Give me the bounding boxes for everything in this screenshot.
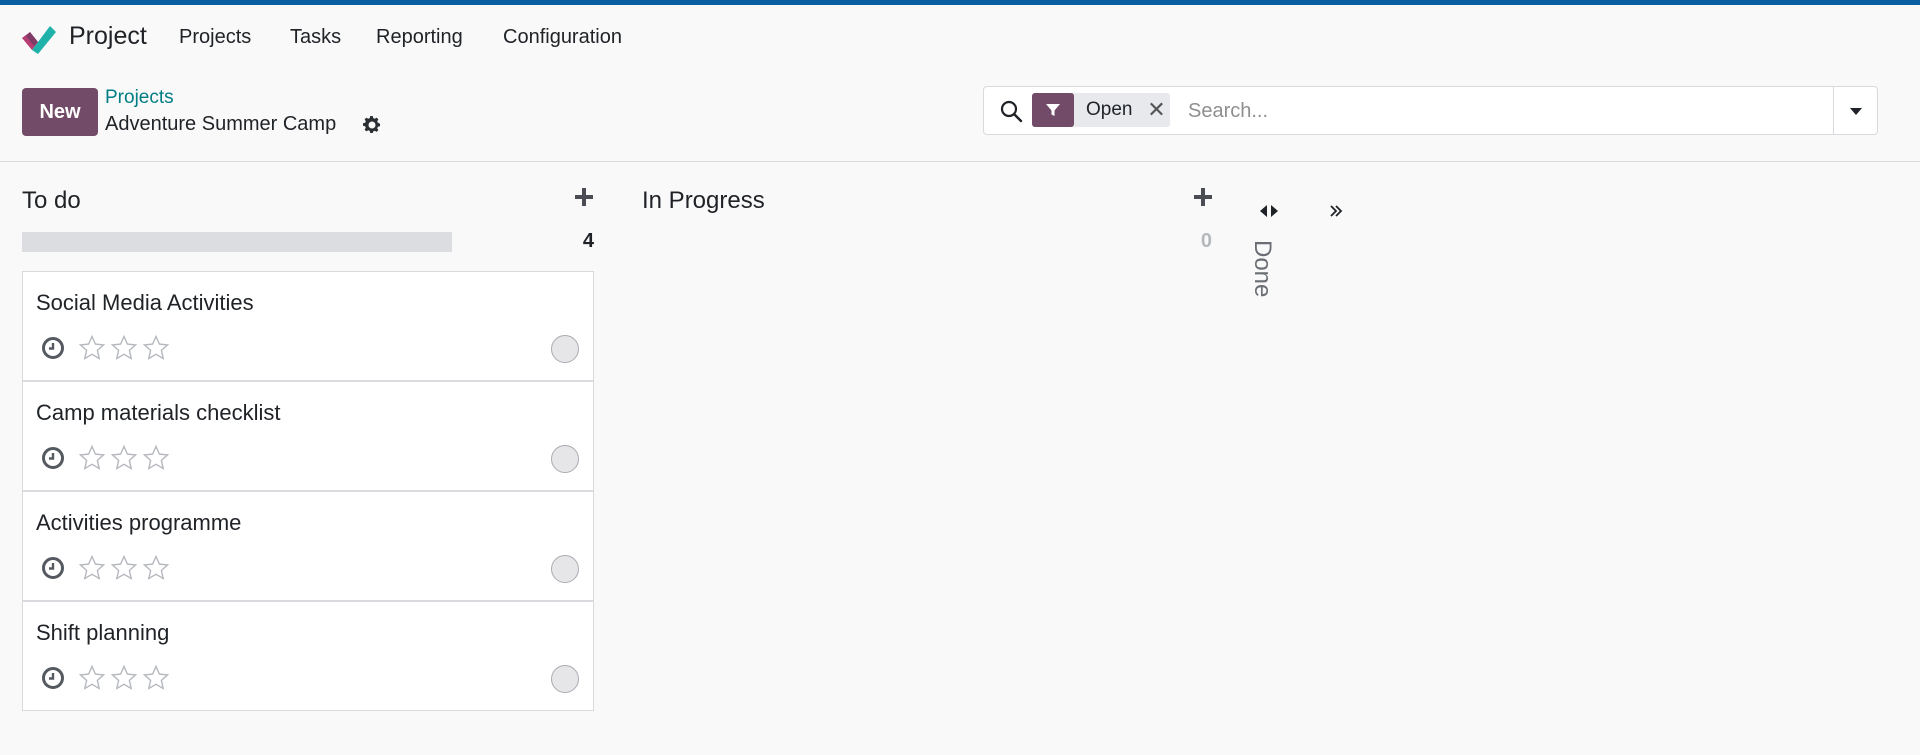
star-icon[interactable] [110, 554, 138, 582]
menu-configuration[interactable]: Configuration [503, 26, 622, 49]
clock-icon[interactable] [41, 556, 65, 580]
new-button[interactable]: New [22, 88, 98, 136]
priority-stars [78, 444, 170, 472]
facet-label: Open [1086, 99, 1133, 120]
search-dropdown-toggle[interactable] [1833, 87, 1877, 134]
star-icon[interactable] [110, 334, 138, 362]
search-icon[interactable] [999, 99, 1023, 123]
kanban-card[interactable]: Activities programme [22, 491, 594, 601]
kanban-card[interactable]: Social Media Activities [22, 271, 594, 381]
menu-reporting[interactable]: Reporting [376, 26, 463, 49]
column-count: 0 [1200, 230, 1212, 252]
priority-stars [78, 334, 170, 362]
search-input[interactable] [1188, 95, 1808, 127]
column-title: In Progress [642, 187, 765, 214]
column-title-done[interactable]: Done [1248, 240, 1276, 297]
search-facet-open: Open ✕ [1032, 93, 1171, 127]
breadcrumb-current: Adventure Summer Camp [105, 113, 337, 135]
kanban-card[interactable]: Shift planning [22, 601, 594, 711]
menu-tasks[interactable]: Tasks [290, 26, 341, 49]
fold-arrows-icon[interactable] [1256, 200, 1282, 222]
card-title: Shift planning [36, 620, 170, 645]
caret-down-icon [1849, 107, 1862, 115]
column-count: 4 [582, 230, 594, 252]
gear-icon[interactable] [362, 115, 382, 135]
star-icon[interactable] [78, 554, 106, 582]
column-progress-bar[interactable] [22, 232, 452, 252]
filter-icon [1032, 93, 1074, 127]
star-icon[interactable] [78, 334, 106, 362]
star-icon[interactable] [142, 444, 170, 472]
star-icon[interactable] [110, 444, 138, 472]
priority-stars [78, 554, 170, 582]
card-title: Social Media Activities [36, 290, 254, 315]
status-circle-icon[interactable] [551, 445, 579, 473]
top-accent-bar [0, 0, 1920, 5]
star-icon[interactable] [142, 664, 170, 692]
close-icon[interactable]: ✕ [1142, 93, 1170, 127]
kanban-card[interactable]: Camp materials checklist [22, 381, 594, 491]
project-logo-icon[interactable] [20, 20, 56, 56]
search-bar: Open ✕ [983, 86, 1878, 135]
star-icon[interactable] [142, 334, 170, 362]
menu-projects[interactable]: Projects [179, 26, 251, 49]
priority-stars [78, 664, 170, 692]
clock-icon[interactable] [41, 446, 65, 470]
star-icon[interactable] [78, 664, 106, 692]
star-icon[interactable] [110, 664, 138, 692]
star-icon[interactable] [142, 554, 170, 582]
double-chevron-right-icon[interactable] [1323, 200, 1349, 222]
clock-icon[interactable] [41, 336, 65, 360]
status-circle-icon[interactable] [551, 665, 579, 693]
card-title: Camp materials checklist [36, 400, 281, 425]
app-name[interactable]: Project [69, 22, 147, 51]
star-icon[interactable] [78, 444, 106, 472]
clock-icon[interactable] [41, 666, 65, 690]
column-title: To do [22, 187, 81, 214]
breadcrumb-projects-link[interactable]: Projects [105, 87, 174, 109]
plus-icon[interactable] [1192, 186, 1214, 208]
status-circle-icon[interactable] [551, 335, 579, 363]
control-panel: New Projects Adventure Summer Camp Open … [0, 75, 1920, 162]
plus-icon[interactable] [573, 186, 595, 208]
card-title: Activities programme [36, 510, 242, 535]
status-circle-icon[interactable] [551, 555, 579, 583]
